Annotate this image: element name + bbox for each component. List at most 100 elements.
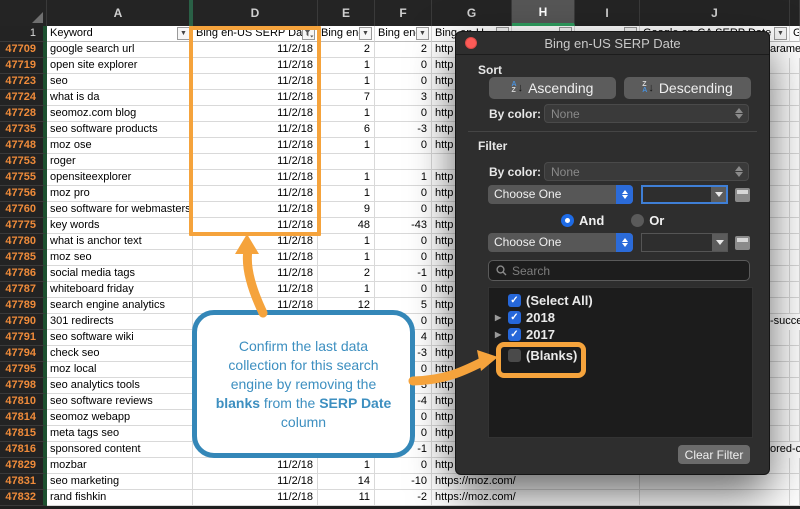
criteria-value-input-2[interactable] [641, 233, 728, 252]
cell-j[interactable] [640, 490, 790, 506]
row-number[interactable]: 47791 [0, 330, 47, 346]
criteria-value-input-1[interactable] [641, 185, 728, 204]
cell-rank-change[interactable]: -3 [375, 122, 432, 138]
cell-k[interactable] [790, 282, 800, 298]
cell-serp-date[interactable]: 11/2/18 [193, 234, 318, 250]
cell-serp-date[interactable]: 11/2/18 [193, 250, 318, 266]
row-number[interactable]: 1 [0, 26, 47, 42]
cell-k[interactable] [790, 362, 800, 378]
row-number[interactable]: 47728 [0, 106, 47, 122]
cell-keyword[interactable]: seo [47, 74, 193, 90]
column-header-D[interactable]: D [193, 0, 318, 26]
sort-descending-button[interactable]: ZA ↓ Descending [624, 77, 751, 99]
cell-rank-change[interactable]: 0 [375, 74, 432, 90]
combo-dropdown-icon[interactable] [711, 187, 726, 202]
cell-keyword[interactable]: moz ose [47, 138, 193, 154]
column-header-H[interactable]: H [512, 0, 575, 26]
cell-keyword[interactable]: what is da [47, 90, 193, 106]
cell-k[interactable] [790, 458, 800, 474]
cell-keyword[interactable]: search engine analytics [47, 298, 193, 314]
cell-rank-change[interactable]: 0 [375, 138, 432, 154]
cell-rank-change[interactable]: 0 [375, 106, 432, 122]
cell-rank[interactable]: 1 [318, 74, 375, 90]
cell-keyword[interactable]: moz pro [47, 186, 193, 202]
cell-k[interactable] [790, 250, 800, 266]
cell-k[interactable] [790, 426, 800, 442]
cell-keyword[interactable]: rand fishkin [47, 490, 193, 506]
row-number[interactable]: 47709 [0, 42, 47, 58]
filter-dropdown-icon[interactable]: ▼ [774, 27, 787, 40]
cell-rank[interactable]: 1 [318, 458, 375, 474]
header-cell-keyword[interactable]: Keyword▼ [47, 26, 193, 42]
combo-dropdown-icon[interactable] [712, 234, 727, 251]
row-number[interactable]: 47735 [0, 122, 47, 138]
cell-url[interactable]: https://moz.com/ [432, 490, 640, 506]
cell-reference-picker-icon[interactable] [735, 188, 750, 202]
row-number[interactable]: 47814 [0, 410, 47, 426]
clear-filter-button[interactable]: Clear Filter [678, 445, 750, 464]
cell-keyword[interactable]: seo software reviews [47, 394, 193, 410]
disclosure-triangle-icon[interactable]: ▶ [495, 313, 503, 322]
cell-rank-change[interactable]: 2 [375, 42, 432, 58]
cell-k[interactable] [790, 346, 800, 362]
cell-keyword[interactable]: moz seo [47, 250, 193, 266]
row-number[interactable]: 47775 [0, 218, 47, 234]
cell-rank[interactable]: 1 [318, 234, 375, 250]
cell-rank[interactable]: 48 [318, 218, 375, 234]
row-number[interactable]: 47756 [0, 186, 47, 202]
row-number[interactable]: 47748 [0, 138, 47, 154]
cell-keyword[interactable]: open site explorer [47, 58, 193, 74]
cell-keyword[interactable]: whiteboard friday [47, 282, 193, 298]
cell-keyword[interactable]: moz local [47, 362, 193, 378]
cell-url[interactable]: https://moz.com/ [432, 474, 640, 490]
cell-rank[interactable]: 2 [318, 42, 375, 58]
cell-keyword[interactable]: seomoz webapp [47, 410, 193, 426]
row-number[interactable]: 47780 [0, 234, 47, 250]
cell-serp-date[interactable]: 11/2/18 [193, 266, 318, 282]
column-header-F[interactable]: F [375, 0, 432, 26]
cell-rank-change[interactable]: 0 [375, 234, 432, 250]
row-number[interactable]: 47789 [0, 298, 47, 314]
cell-keyword[interactable]: mozbar [47, 458, 193, 474]
cell-k[interactable] [790, 474, 800, 490]
cell-k[interactable] [790, 202, 800, 218]
cell-rank[interactable]: 11 [318, 490, 375, 506]
row-number[interactable]: 47829 [0, 458, 47, 474]
filter-dropdown-icon[interactable]: ▼ [416, 27, 429, 40]
row-number[interactable]: 47760 [0, 202, 47, 218]
cell-k[interactable] [790, 154, 800, 170]
header-cell-next-col[interactable]: Go [790, 26, 800, 42]
criteria-dropdown-2[interactable]: Choose One [488, 233, 633, 252]
row-number[interactable]: 47753 [0, 154, 47, 170]
cell-k[interactable] [790, 186, 800, 202]
cell-serp-date[interactable]: 11/2/18 [193, 458, 318, 474]
cell-k[interactable] [790, 378, 800, 394]
row-number[interactable]: 47816 [0, 442, 47, 458]
cell-keyword[interactable]: seo software for webmasters [47, 202, 193, 218]
cell-rank[interactable]: 1 [318, 138, 375, 154]
cell-keyword[interactable]: seo marketing [47, 474, 193, 490]
sort-ascending-button[interactable]: AZ ↓ Ascending [489, 77, 616, 99]
cell-keyword[interactable]: google search url [47, 42, 193, 58]
header-cell-bing-col-f[interactable]: Bing en-U▼ [375, 26, 432, 42]
row-number[interactable]: 47810 [0, 394, 47, 410]
row-number[interactable]: 47787 [0, 282, 47, 298]
cell-keyword[interactable]: what is anchor text [47, 234, 193, 250]
cell-rank[interactable]: 7 [318, 90, 375, 106]
cell-k[interactable] [790, 218, 800, 234]
row-number[interactable]: 47794 [0, 346, 47, 362]
cell-keyword[interactable]: roger [47, 154, 193, 170]
search-input[interactable]: Search [488, 260, 750, 281]
cell-rank[interactable]: 14 [318, 474, 375, 490]
cell-keyword[interactable]: check seo [47, 346, 193, 362]
and-radio[interactable] [561, 214, 574, 227]
cell-keyword[interactable]: seo software wiki [47, 330, 193, 346]
cell-k[interactable] [790, 122, 800, 138]
row-number[interactable]: 47785 [0, 250, 47, 266]
select-all-corner[interactable] [0, 0, 47, 26]
cell-rank[interactable]: 1 [318, 282, 375, 298]
cell-k[interactable] [790, 490, 800, 506]
column-header-right[interactable] [790, 0, 800, 26]
cell-keyword[interactable]: 301 redirects [47, 314, 193, 330]
cell-rank[interactable]: 1 [318, 170, 375, 186]
